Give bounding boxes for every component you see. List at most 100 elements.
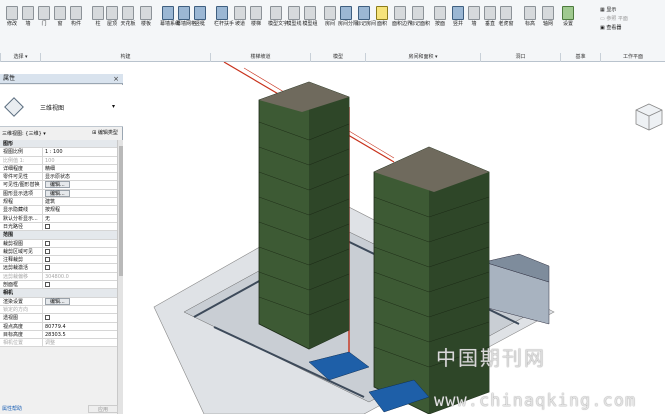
instance-selector-label: 三维视图: {三维} [2,131,42,137]
property-value[interactable]: 显示原状态 [43,173,117,180]
properties-row: 规程 建筑 [0,198,117,207]
ribbon-tool-stair[interactable]: 楼梯 [248,6,264,27]
ribbon-panel-label[interactable]: 基准 [560,53,600,62]
properties-section-header[interactable]: 范围 [0,231,117,240]
properties-row: 比例值 1: 100 [0,156,117,165]
properties-section-header[interactable]: 相机 [0,289,117,298]
properties-row: 可见性/图形替换 编辑... [0,181,117,190]
viewer-label: 查看器 [606,25,622,31]
ribbon-tool-area-boundary[interactable]: 面积边界 [392,6,412,27]
apply-button[interactable]: 应用 [88,405,118,413]
ribbon-tool-model-text[interactable]: 模型文字 [268,6,288,27]
property-value[interactable]: 编辑... [43,297,117,305]
ribbon-tool-vertical[interactable]: 垂直 [482,6,498,27]
ribbon-tool-label: 构件 [70,21,81,27]
property-value[interactable]: 无 [43,215,117,222]
ribbon-tool-cursor[interactable]: 修改 [4,6,20,27]
ribbon-tool-door[interactable]: 门 [36,6,52,27]
ribbon-tool-wall-opening[interactable]: 墙 [466,6,482,27]
property-value[interactable]: 28303.5 [43,331,117,338]
property-value[interactable]: 编辑... [43,181,117,189]
ribbon-tool-ramp[interactable]: 坡道 [232,6,248,27]
ribbon-tool-tag-room[interactable]: 标记房间 [356,6,376,27]
ribbon-tool-label: 竖井 [452,21,463,27]
ribbon-tool-label: 坡道 [234,21,245,27]
edit-type-button[interactable]: ⊞ 编辑类型 [88,129,122,138]
property-value[interactable] [43,264,117,271]
ribbon-panel-label[interactable]: 洞口 [480,53,560,62]
properties-row: 详细程度 精细 [0,164,117,174]
ribbon-tool-curtain-grid[interactable]: 幕墙网格 [176,6,196,27]
property-value[interactable]: 80779.4 [43,323,117,330]
ribbon-panel-label[interactable]: 模型 [310,53,365,62]
type-selector[interactable]: 三维视图 ▾ [0,85,123,127]
ribbon-tool-railing[interactable]: 栏杆扶手 [214,6,234,27]
ref-plane-button[interactable]: ▭ 参照 平面 [600,15,664,24]
3d-viewport[interactable]: 中国期刊网 www.chinaqking.com [124,62,665,414]
property-value[interactable] [43,314,117,321]
viewcube-icon[interactable] [634,102,664,132]
ribbon-panel-label[interactable]: 构建 [40,53,210,62]
ribbon-tool-shaft[interactable]: 竖井 [450,6,466,27]
chevron-down-icon[interactable]: ▾ [112,103,115,110]
scrollbar-thumb[interactable] [119,146,123,276]
ribbon-tool-mullion[interactable]: 竖梃 [192,6,208,27]
properties-title: 属性 × [0,74,123,84]
checkbox[interactable] [45,257,50,263]
ribbon-panel-label[interactable]: 工作平面 [600,53,665,62]
property-value[interactable]: 1 : 100 [43,148,117,155]
ribbon-tool-label: 标高 [524,21,535,27]
ribbon-tool-room-separator[interactable]: 房间分隔 [338,6,359,27]
ribbon-tool-settings[interactable]: 设置 [560,6,576,27]
properties-row: 图形显示选项 编辑... [0,189,117,199]
viewer-button[interactable]: ▣ 查看器 [600,24,664,33]
property-value[interactable] [43,240,117,247]
ribbon-tool-tag-area[interactable]: 标记面积 [410,6,430,27]
ribbon-tool-curtain-system[interactable]: 幕墙系统 [160,6,180,27]
close-icon[interactable]: × [113,74,119,84]
ribbon-tool-model-line[interactable]: 模型线 [286,6,302,27]
checkbox[interactable] [45,282,50,288]
property-value[interactable]: 建筑 [43,198,117,205]
area-boundary-icon [394,6,406,20]
ribbon-panel-label[interactable]: 选择 ▾ [0,53,40,62]
property-value[interactable] [43,256,117,263]
ribbon-tool-component[interactable]: 构件 [68,6,84,27]
property-value[interactable] [43,248,117,255]
ribbon-tool-room[interactable]: 房间 [322,6,338,27]
ribbon-tool-dormer[interactable]: 老虎窗 [498,6,514,27]
ribbon-tool-label: 房间分隔 [338,21,359,27]
ribbon-tool-floor[interactable]: 楼板 [138,6,154,27]
property-value[interactable]: 精细 [43,165,117,172]
checkbox[interactable] [45,223,50,229]
ribbon-tool-window[interactable]: 窗 [52,6,68,27]
ribbon-tool-wall[interactable]: 墙 [20,6,36,27]
ribbon-tool-grid[interactable]: 轴网 [540,6,556,27]
ribbon-panel-label[interactable]: 房间和面积 ▾ [365,53,480,62]
property-value[interactable] [43,281,117,288]
properties-scrollbar[interactable] [117,140,123,414]
property-name: 锁定的方向 [0,305,43,314]
checkbox[interactable] [45,265,50,271]
ribbon-tool-model-group[interactable]: 模型组 [302,6,318,27]
properties-section-header[interactable]: 图形 [0,140,117,149]
ribbon-tool-area[interactable]: 面积 [374,6,390,27]
ribbon-tool-roof[interactable]: 屋顶 [104,6,120,27]
ribbon-tool-label: 修改 [6,21,17,27]
edit-button[interactable]: 编辑... [45,189,70,197]
show-button[interactable]: ▦ 显示 [600,6,664,15]
ribbon-tool-ceiling[interactable]: 天花板 [120,6,136,27]
checkbox[interactable] [45,240,50,246]
checkbox[interactable] [45,248,50,254]
property-name: 透视图 [0,314,43,322]
properties-grid: 图形 视图比例 1 : 100 比例值 1: 100 详细程度 精细 零件可见性 显示原状态 可见… [0,140,117,348]
ribbon-tool-by-face[interactable]: 按面 [432,6,448,27]
property-value[interactable]: 编辑... [43,189,117,197]
property-value[interactable] [43,223,117,230]
property-value[interactable]: 按规程 [43,206,117,213]
edit-button[interactable]: 编辑... [45,181,70,189]
checkbox[interactable] [45,315,50,321]
ribbon-panel-label[interactable]: 楼梯坡道 [210,53,310,62]
edit-button[interactable]: 编辑... [45,297,70,305]
ribbon-tool-level[interactable]: 标高 [522,6,538,27]
